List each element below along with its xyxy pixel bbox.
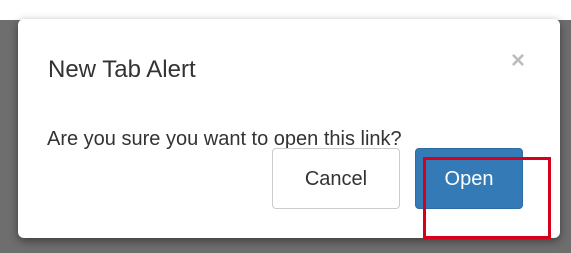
- close-icon[interactable]: ×: [508, 49, 528, 73]
- open-button[interactable]: Open: [415, 148, 523, 209]
- cancel-button[interactable]: Cancel: [272, 148, 400, 209]
- modal-title: New Tab Alert: [48, 56, 196, 83]
- background-page-strip: [0, 0, 571, 20]
